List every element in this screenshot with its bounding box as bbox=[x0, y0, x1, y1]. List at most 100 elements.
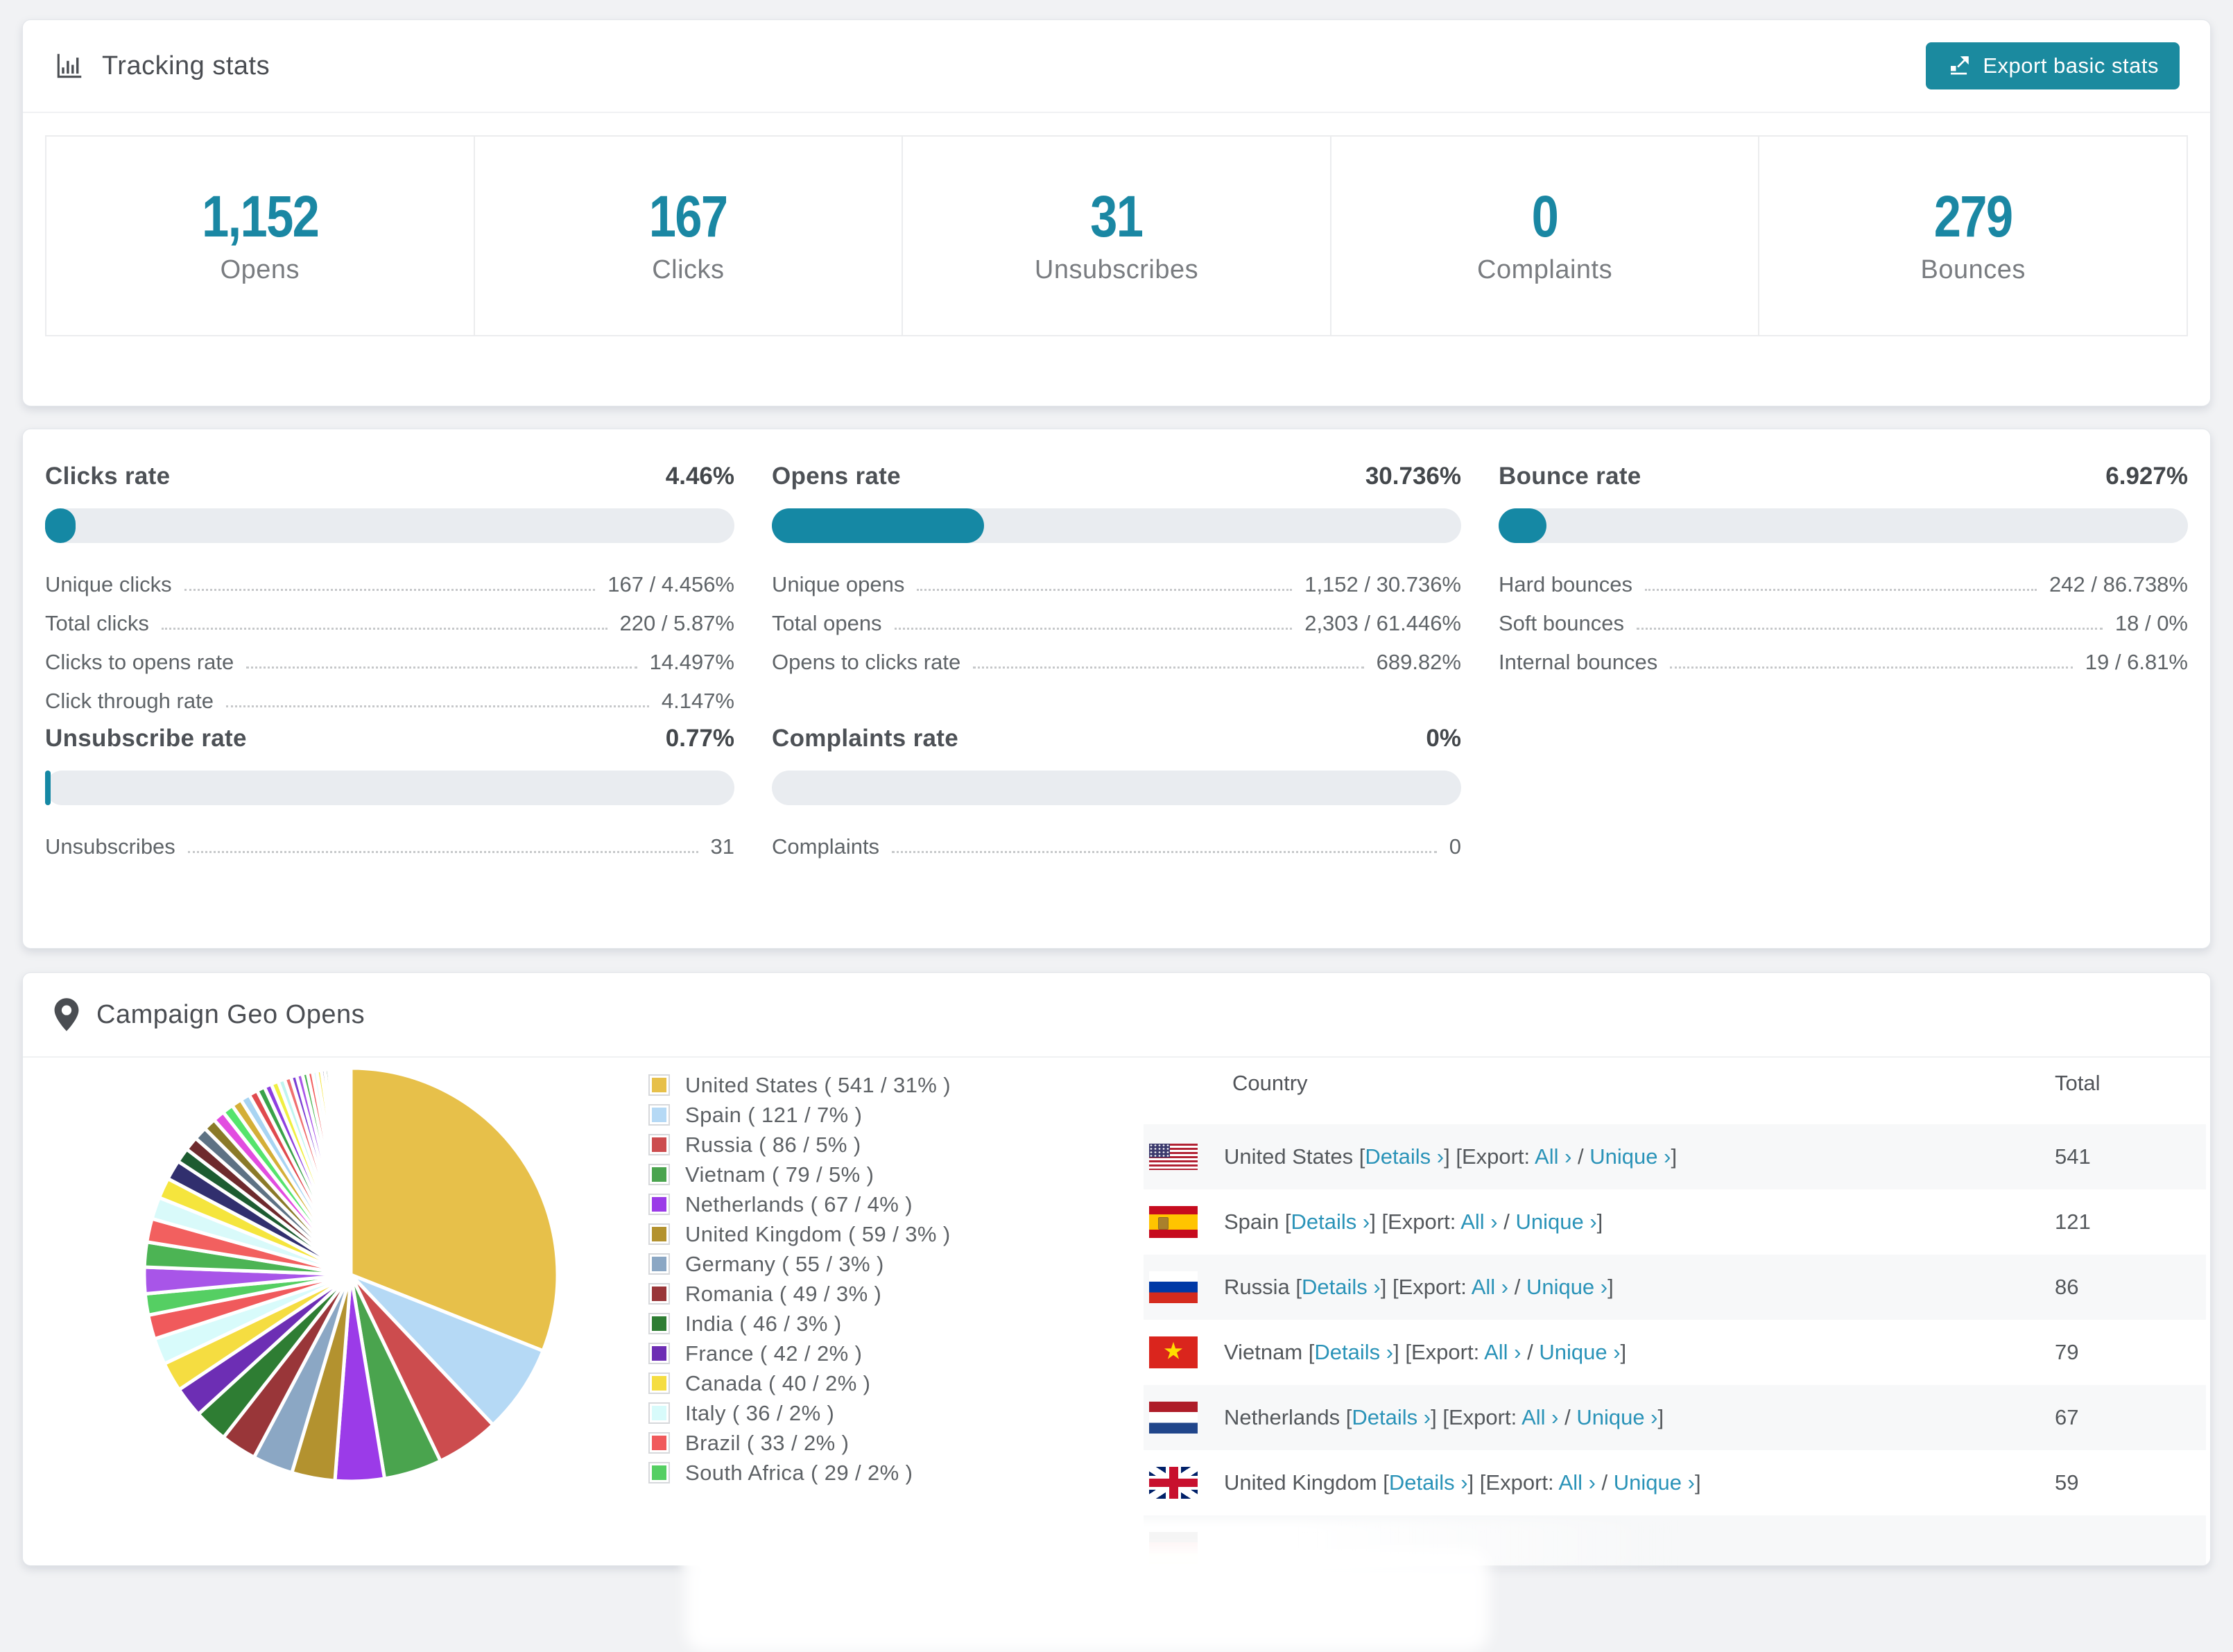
dotted-leader bbox=[973, 666, 1364, 669]
pie-slice[interactable] bbox=[348, 1066, 353, 1277]
legend-swatch bbox=[648, 1343, 670, 1364]
details-link[interactable]: Details › bbox=[1302, 1275, 1381, 1299]
legend-swatch bbox=[648, 1164, 670, 1185]
rate-detail-value: 2,303 / 61.446% bbox=[1304, 611, 1461, 635]
rate-detail-value: 31 bbox=[710, 834, 734, 859]
rate-title: Clicks rate bbox=[45, 463, 171, 490]
legend-label: United States ( 541 / 31% ) bbox=[685, 1072, 951, 1097]
details-link[interactable]: Details › bbox=[1352, 1405, 1431, 1429]
export-all-link[interactable]: All › bbox=[1484, 1340, 1521, 1364]
legend-label: Canada ( 40 / 2% ) bbox=[685, 1370, 871, 1395]
rate-detail-row: Click through rate 4.147% bbox=[45, 675, 734, 714]
rate-detail-row: Opens to clicks rate 689.82% bbox=[772, 636, 1461, 675]
country-flag-icon bbox=[1149, 1271, 1198, 1303]
page-title: Tracking stats bbox=[102, 51, 270, 80]
dotted-leader bbox=[187, 851, 698, 853]
rate-detail-label: Unique clicks bbox=[45, 572, 172, 596]
rate-progress-bar bbox=[772, 771, 1461, 805]
rate-block: Clicks rate 4.46% Unique clicks 167 / 4.… bbox=[45, 463, 734, 714]
country-flag-icon bbox=[1149, 1402, 1198, 1434]
details-link[interactable]: Details › bbox=[1365, 1144, 1444, 1169]
details-link[interactable]: Details › bbox=[1314, 1340, 1393, 1364]
legend-item: Romania ( 49 / 3% ) bbox=[648, 1279, 951, 1309]
legend-item: United States ( 541 / 31% ) bbox=[648, 1070, 951, 1100]
export-all-link[interactable]: All › bbox=[1559, 1470, 1596, 1495]
legend-item: Vietnam ( 79 / 5% ) bbox=[648, 1160, 951, 1189]
export-all-link[interactable]: All › bbox=[1460, 1210, 1497, 1234]
table-row: United Kingdom [Details ›] [Export: All … bbox=[1144, 1450, 2206, 1515]
rate-detail-label: Unsubscribes bbox=[45, 834, 175, 859]
rate-detail-row: Soft bounces 18 / 0% bbox=[1499, 597, 2188, 636]
legend-swatch bbox=[648, 1283, 670, 1305]
country-flag-icon bbox=[1149, 1144, 1198, 1170]
legend-label: Russia ( 86 / 5% ) bbox=[685, 1132, 861, 1157]
dotted-leader bbox=[1636, 628, 2103, 630]
rate-detail-value: 18 / 0% bbox=[2114, 611, 2188, 635]
legend-swatch bbox=[648, 1432, 670, 1454]
export-unique-link[interactable]: Unique › bbox=[1515, 1210, 1596, 1234]
rate-detail-value: 220 / 5.87% bbox=[619, 611, 734, 635]
rate-progress-bar bbox=[1499, 508, 2188, 543]
summary-stats-strip: 1,152 Opens 167 Clicks 31 Unsubscribes 0… bbox=[45, 135, 2188, 336]
legend-label: Vietnam ( 79 / 5% ) bbox=[685, 1162, 874, 1187]
rate-detail-value: 167 / 4.456% bbox=[607, 572, 734, 596]
tracking-stats-header: Tracking stats Export basic stats bbox=[23, 20, 2210, 113]
export-unique-link[interactable]: Unique › bbox=[1589, 1144, 1671, 1169]
rate-value: 4.46% bbox=[665, 463, 734, 490]
rate-progress-bar bbox=[45, 771, 734, 805]
geo-title: Campaign Geo Opens bbox=[96, 999, 365, 1029]
stat-label: Complaints bbox=[1477, 255, 1613, 284]
country-row-text: Vietnam [Details ›] [Export: All › / Uni… bbox=[1224, 1340, 1627, 1364]
country-flag-icon bbox=[1149, 1336, 1198, 1368]
stat-label: Clicks bbox=[652, 255, 725, 284]
legend-item: United Kingdom ( 59 / 3% ) bbox=[648, 1219, 951, 1249]
rate-detail-label: Opens to clicks rate bbox=[772, 650, 961, 674]
legend-item: Italy ( 36 / 2% ) bbox=[648, 1398, 951, 1428]
legend-swatch bbox=[648, 1104, 670, 1126]
legend-label: South Africa ( 29 / 2% ) bbox=[685, 1460, 913, 1485]
details-link[interactable]: Details › bbox=[1389, 1470, 1468, 1495]
dotted-leader bbox=[917, 589, 1293, 591]
summary-stat-cell: 279 Bounces bbox=[1758, 137, 2187, 335]
export-unique-link[interactable]: Unique › bbox=[1576, 1405, 1657, 1429]
rate-progress-fill bbox=[45, 508, 76, 543]
table-header-row: Country Total bbox=[1144, 1042, 2206, 1124]
dotted-leader bbox=[894, 628, 1293, 630]
details-link[interactable]: Details › bbox=[1291, 1210, 1370, 1234]
bottom-overlay-element bbox=[685, 1548, 1490, 1652]
legend-item: India ( 46 / 3% ) bbox=[648, 1309, 951, 1339]
rate-detail-value: 0 bbox=[1449, 834, 1461, 859]
rate-detail-row: Hard bounces 242 / 86.738% bbox=[1499, 558, 2188, 597]
legend-label: Romania ( 49 / 3% ) bbox=[685, 1281, 882, 1306]
table-row: Spain [Details ›] [Export: All › / Uniqu… bbox=[1144, 1189, 2206, 1255]
legend-swatch bbox=[648, 1223, 670, 1245]
summary-stat-cell: 167 Clicks bbox=[473, 137, 902, 335]
table-row: Netherlands [Details ›] [Export: All › /… bbox=[1144, 1385, 2206, 1450]
export-unique-link[interactable]: Unique › bbox=[1526, 1275, 1607, 1299]
rate-detail-row: Total clicks 220 / 5.87% bbox=[45, 597, 734, 636]
export-all-link[interactable]: All › bbox=[1521, 1405, 1558, 1429]
rates-card: Clicks rate 4.46% Unique clicks 167 / 4.… bbox=[22, 429, 2211, 949]
legend-swatch bbox=[648, 1194, 670, 1215]
export-all-link[interactable]: All › bbox=[1535, 1144, 1571, 1169]
rate-detail-label: Clicks to opens rate bbox=[45, 650, 234, 674]
rate-value: 30.736% bbox=[1365, 463, 1461, 490]
stat-value: 1,152 bbox=[201, 183, 320, 249]
rate-title: Unsubscribe rate bbox=[45, 725, 247, 752]
total-cell: 121 bbox=[2055, 1210, 2091, 1234]
rate-progress-fill bbox=[1499, 508, 1546, 543]
legend-item: Canada ( 40 / 2% ) bbox=[648, 1368, 951, 1398]
legend-item: South Africa ( 29 / 2% ) bbox=[648, 1458, 951, 1488]
legend-label: United Kingdom ( 59 / 3% ) bbox=[685, 1221, 951, 1246]
bar-chart-icon bbox=[53, 50, 85, 82]
rate-detail-row: Clicks to opens rate 14.497% bbox=[45, 636, 734, 675]
rate-detail-label: Complaints bbox=[772, 834, 880, 859]
export-unique-link[interactable]: Unique › bbox=[1614, 1470, 1695, 1495]
export-all-link[interactable]: All › bbox=[1472, 1275, 1508, 1299]
rate-detail-value: 689.82% bbox=[1376, 650, 1461, 674]
export-unique-link[interactable]: Unique › bbox=[1539, 1340, 1620, 1364]
rate-progress-fill bbox=[772, 508, 984, 543]
summary-stat-cell: 1,152 Opens bbox=[46, 137, 474, 335]
export-basic-stats-button[interactable]: Export basic stats bbox=[1926, 42, 2180, 89]
geo-opens-pie-chart[interactable] bbox=[138, 1062, 564, 1488]
